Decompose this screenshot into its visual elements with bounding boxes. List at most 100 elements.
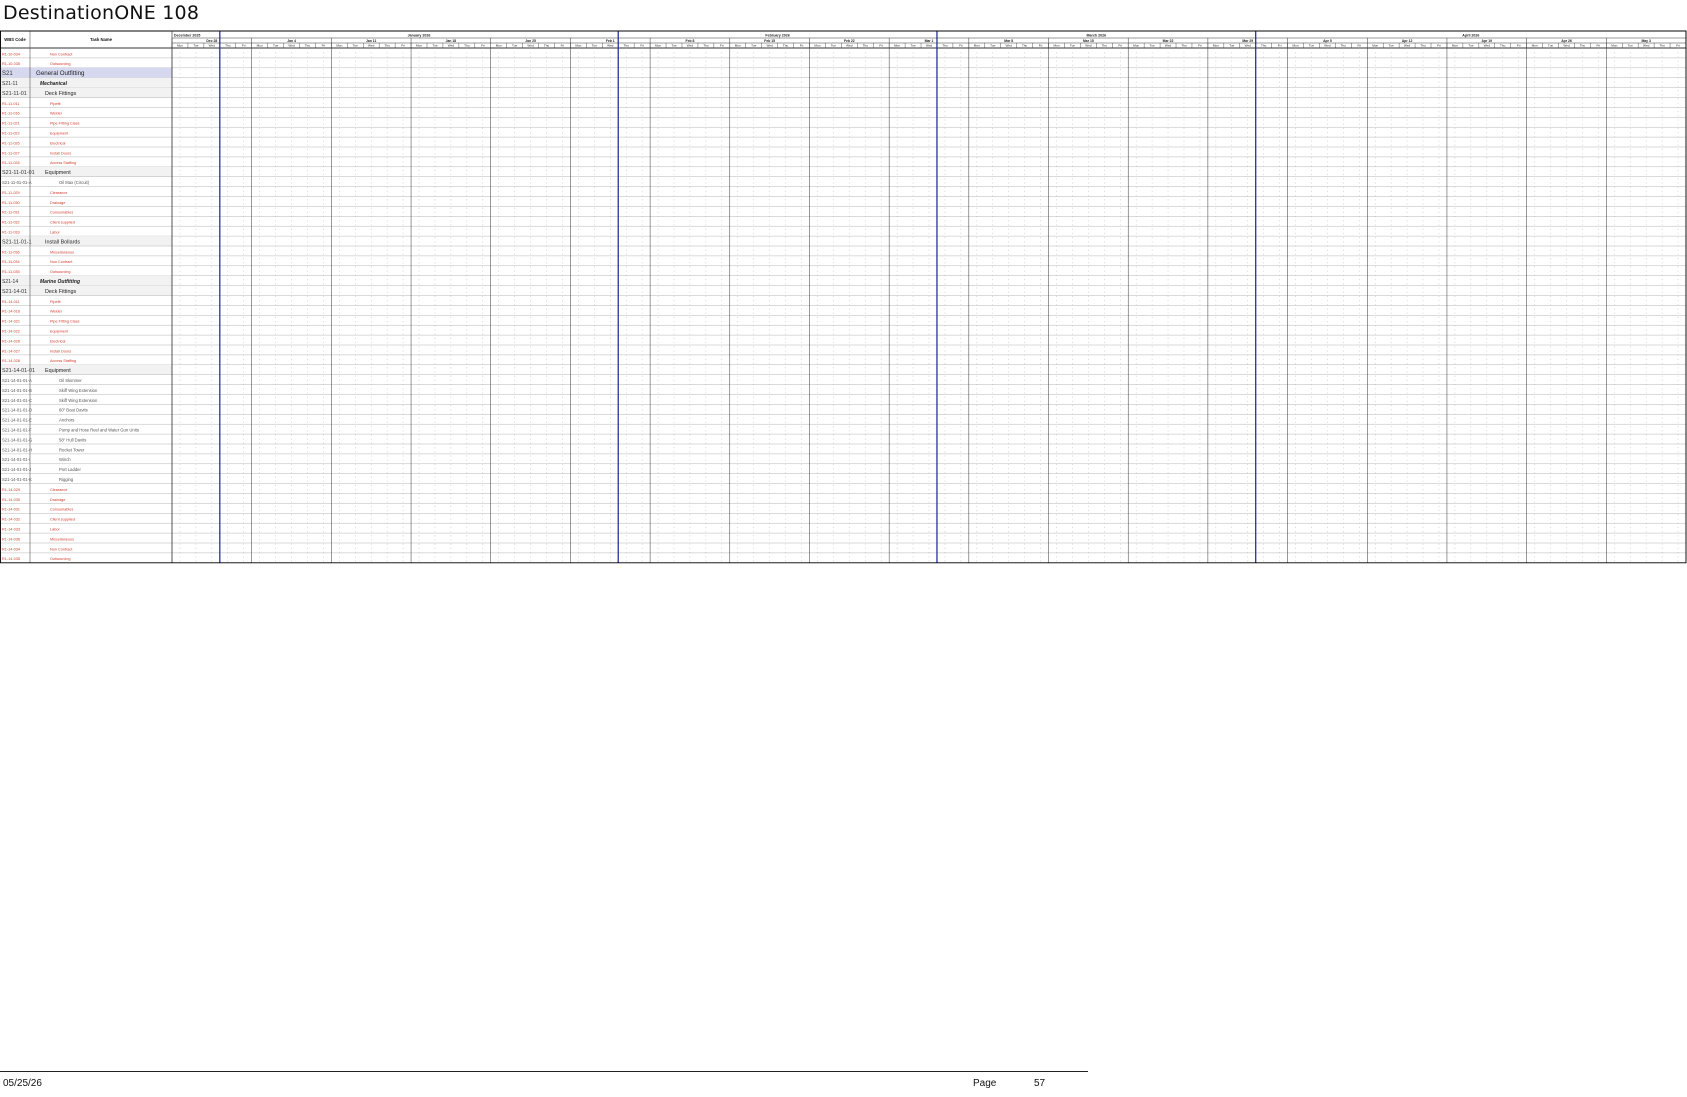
task-name: Deck Fittings bbox=[45, 91, 76, 97]
day-label: Mon bbox=[1532, 44, 1538, 48]
day-label: Wed bbox=[846, 44, 853, 48]
day-label: Mon bbox=[1133, 44, 1139, 48]
day-label: Tue bbox=[910, 44, 915, 48]
task-name: Marine Outfitting bbox=[40, 279, 80, 285]
task-name: Consumables bbox=[50, 211, 73, 215]
sheet-border bbox=[0, 30, 1687, 564]
day-label: Fri bbox=[322, 44, 326, 48]
task-name: Pump and Hose Reel and Water Gun Units bbox=[59, 428, 139, 433]
task-name: 58" Hull Davits bbox=[59, 437, 86, 442]
task-name: Pipefit bbox=[50, 102, 61, 106]
task-name: Install Doors bbox=[50, 349, 71, 353]
header-task-name: Task Name bbox=[90, 37, 112, 42]
day-label: Mon bbox=[814, 44, 820, 48]
wbs-code: S21-11-01-01-A bbox=[2, 180, 32, 185]
day-label: Fri bbox=[1676, 44, 1680, 48]
day-label: Tue bbox=[1468, 44, 1473, 48]
wbs-code: R1-14-032 bbox=[2, 518, 20, 522]
day-label: Fri bbox=[1278, 44, 1282, 48]
day-label: Mon bbox=[1452, 44, 1458, 48]
wbs-code: R1-11-030 bbox=[2, 201, 20, 205]
day-label: Thu bbox=[1181, 44, 1187, 48]
task-name: Equipment bbox=[45, 368, 71, 374]
day-label: Thu bbox=[1022, 44, 1028, 48]
task-name: Skiff Wing Extension bbox=[59, 388, 98, 393]
day-label: Thu bbox=[1420, 44, 1426, 48]
day-label: Thu bbox=[305, 44, 311, 48]
day-label: Tue bbox=[1070, 44, 1075, 48]
task-name: Non Contract bbox=[50, 260, 73, 264]
wbs-code: R1-10-034 bbox=[2, 52, 20, 56]
task-name: Miscellaneous bbox=[50, 537, 74, 541]
wbs-code: R1-11-011 bbox=[2, 102, 19, 106]
task-name: Access Staffing bbox=[50, 161, 76, 165]
wbs-code: R1-11-032 bbox=[2, 221, 20, 225]
task-name: Port Ladder bbox=[59, 467, 81, 472]
task-name: Outsourcing bbox=[50, 62, 70, 66]
day-label: Fri bbox=[561, 44, 565, 48]
wbs-code: S21-14-01-01-A bbox=[2, 378, 32, 383]
week-label: Feb 8 bbox=[686, 39, 695, 43]
task-name: General Outfitting bbox=[36, 70, 85, 77]
wbs-code: R1-11-028 bbox=[2, 161, 20, 165]
wbs-code: S21-14-01 bbox=[2, 289, 27, 295]
day-label: Wed bbox=[1245, 44, 1252, 48]
day-label: Wed bbox=[1006, 44, 1013, 48]
month-label: April 2026 bbox=[1462, 33, 1479, 37]
task-name: Non Contract bbox=[50, 52, 73, 56]
day-label: Tue bbox=[831, 44, 836, 48]
day-label: Fri bbox=[1039, 44, 1043, 48]
wbs-code: R1-11-027 bbox=[2, 151, 20, 155]
day-label: Tue bbox=[273, 44, 278, 48]
row-fill bbox=[0, 77, 172, 88]
day-label: Thu bbox=[384, 44, 390, 48]
day-label: Mon bbox=[655, 44, 661, 48]
day-label: Wed bbox=[607, 44, 614, 48]
day-label: Fri bbox=[1517, 44, 1521, 48]
day-label: Wed bbox=[1085, 44, 1092, 48]
task-name: Access Staffing bbox=[50, 359, 76, 363]
month-label: March 2026 bbox=[1087, 33, 1107, 37]
week-label: Jan 4 bbox=[287, 39, 296, 43]
week-label: Feb 15 bbox=[764, 39, 775, 43]
header-wbs-code: WBS Code bbox=[4, 37, 26, 42]
document-title: DestinationONE 108 bbox=[3, 2, 200, 24]
task-name: Welder bbox=[50, 112, 63, 116]
week-label: Mar 29 bbox=[1242, 39, 1253, 43]
task-name: Labor bbox=[50, 528, 60, 532]
wbs-code: S21-14-01-01-I bbox=[2, 457, 30, 462]
task-name: Outsourcing bbox=[50, 557, 70, 561]
task-name: 60" Boat Davits bbox=[59, 408, 88, 413]
day-label: Wed bbox=[448, 44, 455, 48]
wbs-code: S21 bbox=[2, 71, 13, 77]
day-label: Wed bbox=[1324, 44, 1331, 48]
task-name: Consumables bbox=[50, 508, 73, 512]
day-label: Thu bbox=[225, 44, 231, 48]
task-name: Equipment bbox=[45, 170, 71, 176]
day-label: Mon bbox=[1053, 44, 1059, 48]
week-label: Apr 12 bbox=[1402, 39, 1413, 43]
week-label: Mar 8 bbox=[1004, 39, 1013, 43]
row-fill bbox=[0, 67, 172, 78]
wbs-code: R1-14-030 bbox=[2, 498, 20, 502]
day-label: Tue bbox=[1628, 44, 1633, 48]
day-label: Fri bbox=[1437, 44, 1441, 48]
wbs-code: R1-14-036 bbox=[2, 537, 20, 541]
wbs-code: R1-14-029 bbox=[2, 488, 20, 492]
wbs-code: S21-11-01-01 bbox=[2, 170, 35, 176]
month-label: January 2026 bbox=[408, 33, 431, 37]
task-name: Client supplied bbox=[50, 518, 75, 522]
day-label: Fri bbox=[879, 44, 883, 48]
task-name: Non Contract bbox=[50, 547, 73, 551]
wbs-code: S21-14-01-01-C bbox=[2, 398, 32, 403]
footer-page-label: Page bbox=[973, 1078, 997, 1089]
week-label: May 3 bbox=[1641, 39, 1651, 43]
day-label: Thu bbox=[544, 44, 550, 48]
wbs-code: R1-14-021 bbox=[2, 320, 20, 324]
day-label: Thu bbox=[1659, 44, 1665, 48]
day-label: Mon bbox=[177, 44, 183, 48]
day-label: Thu bbox=[1341, 44, 1347, 48]
wbs-code: R1-11-022 bbox=[2, 132, 20, 136]
day-label: Fri bbox=[1357, 44, 1361, 48]
wbs-code: S21-14-01-01-H bbox=[2, 447, 32, 452]
